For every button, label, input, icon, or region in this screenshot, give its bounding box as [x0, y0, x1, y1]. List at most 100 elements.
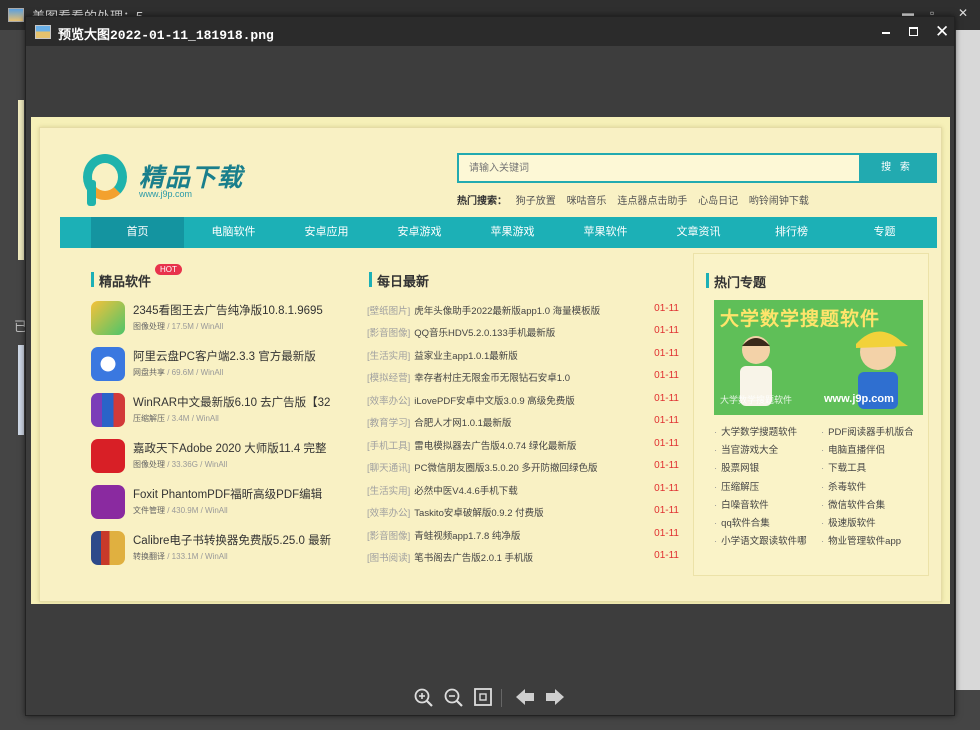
topic-link[interactable]: 股票网银: [714, 460, 759, 474]
news-item[interactable]: [模拟经营] 幸存者村庄无限金币无限钻石安卓1.0 01-11: [367, 370, 679, 388]
software-title[interactable]: 嘉政天下Adobe 2020 大师版11.4 完整: [133, 440, 333, 456]
topic-link[interactable]: 极速版软件: [821, 515, 876, 529]
nav-item-home[interactable]: 首页: [91, 217, 184, 248]
hot-search-link[interactable]: 连点器点击助手: [617, 196, 687, 207]
hot-search-link[interactable]: 哟铃闹钟下载: [749, 196, 809, 207]
search-button[interactable]: 搜 索: [859, 155, 935, 181]
topic-link[interactable]: 大学数学搜题软件: [714, 424, 797, 438]
search-input[interactable]: [459, 155, 859, 181]
software-title[interactable]: 2345看图王去广告纯净版10.8.1.9695: [133, 302, 333, 318]
cloud-drive-icon: [91, 347, 125, 381]
news-item[interactable]: [效率办公] Taskito安卓破解版0.9.2 付费版 01-11: [367, 505, 679, 523]
topic-link[interactable]: 白噪音软件: [714, 497, 769, 511]
topic-link[interactable]: 微信软件合集: [821, 497, 885, 511]
topic-link[interactable]: 杀毒软件: [821, 479, 866, 493]
banner-url: www.j9p.com: [824, 393, 894, 405]
news-item[interactable]: [生活实用] 必然中医V4.4.6手机下载 01-11: [367, 483, 679, 501]
software-item[interactable]: Foxit PhantomPDF福昕高级PDF编辑 文件管理 / 430.9M …: [91, 485, 351, 525]
pdf-icon: [91, 485, 125, 519]
logo-url: www.j9p.com: [139, 189, 193, 199]
topic-link[interactable]: 当官游戏大全: [714, 442, 778, 456]
topic-link[interactable]: 压缩解压: [714, 479, 759, 493]
news-item[interactable]: [效率办公] iLovePDF安卓中文版3.0.9 高级免费版 01-11: [367, 393, 679, 411]
nav-item-ios-software[interactable]: 苹果软件: [559, 217, 652, 248]
maximize-button[interactable]: [902, 21, 926, 43]
search-box: 搜 索: [457, 153, 937, 183]
nav-item-ios-games[interactable]: 苹果游戏: [466, 217, 559, 248]
software-title[interactable]: WinRAR中文最新版6.10 去广告版【32: [133, 394, 333, 410]
background-thumbnail[interactable]: [18, 345, 24, 435]
main-nav: 首页 电脑软件 安卓应用 安卓游戏 苹果游戏 苹果软件 文章资讯 排行榜 专题: [60, 217, 937, 248]
next-icon[interactable]: [544, 686, 566, 708]
nav-item-rankings[interactable]: 排行榜: [745, 217, 838, 248]
software-title[interactable]: 阿里云盘PC客户端2.3.3 官方最新版: [133, 348, 333, 364]
image-viewer-icon: [91, 301, 125, 335]
zoom-out-icon[interactable]: [442, 686, 464, 708]
hot-search-label: 热门搜索：: [457, 196, 507, 207]
site-logo[interactable]: 精品下载 www.j9p.com: [83, 152, 253, 210]
software-item[interactable]: 阿里云盘PC客户端2.3.3 官方最新版 网盘共享 / 69.6M / WinA…: [91, 347, 351, 387]
minimize-button[interactable]: [874, 21, 898, 43]
software-title[interactable]: Calibre电子书转换器免费版5.25.0 最新: [133, 532, 333, 548]
hot-search-link[interactable]: 心岛日记: [698, 196, 738, 207]
maximize-icon: [909, 27, 918, 36]
nav-item-pc-software[interactable]: 电脑软件: [187, 217, 280, 248]
software-item[interactable]: 2345看图王去广告纯净版10.8.1.9695 图像处理 / 17.5M / …: [91, 301, 351, 341]
software-meta: 文件管理 / 430.9M / WinAll: [133, 506, 228, 515]
image-app-icon: [8, 8, 24, 22]
toolbar-divider: [501, 689, 502, 707]
previous-icon[interactable]: [514, 686, 536, 708]
fit-window-icon[interactable]: [472, 686, 494, 708]
software-meta: 转换翻译 / 133.1M / WinAll: [133, 552, 228, 561]
topic-link[interactable]: qq软件合集: [714, 515, 770, 529]
software-meta: 网盘共享 / 69.6M / WinAll: [133, 368, 224, 377]
news-item[interactable]: [生活实用] 益家业主app1.0.1最新版 01-11: [367, 348, 679, 366]
news-item[interactable]: [教育学习] 合肥人才网1.0.1最新版 01-11: [367, 415, 679, 433]
close-icon: ✕: [935, 22, 950, 41]
software-item[interactable]: WinRAR中文最新版6.10 去广告版【32 压缩解压 / 3.4M / Wi…: [91, 393, 351, 433]
minimize-icon: [882, 32, 890, 34]
hot-badge: HOT: [155, 264, 182, 275]
topic-link[interactable]: 物业管理软件app: [821, 533, 901, 547]
software-item[interactable]: Calibre电子书转换器免费版5.25.0 最新 转换翻译 / 133.1M …: [91, 531, 351, 571]
topic-link[interactable]: 小学语文跟读软件哪: [714, 533, 807, 547]
zoom-in-icon[interactable]: [412, 686, 434, 708]
software-meta: 图像处理 / 17.5M / WinAll: [133, 322, 224, 331]
hot-search: 热门搜索： 狗子放置 咪咕音乐 连点器点击助手 心岛日记 哟铃闹钟下载: [457, 192, 817, 207]
close-button[interactable]: ✕: [930, 21, 954, 43]
nav-item-android-games[interactable]: 安卓游戏: [373, 217, 466, 248]
background-image-edge: [18, 100, 24, 260]
nav-item-android-apps[interactable]: 安卓应用: [280, 217, 373, 248]
news-item[interactable]: [影音图像] QQ音乐HDV5.2.0.133手机最新版 01-11: [367, 325, 679, 343]
news-item[interactable]: [图书阅读] 笔书阁去广告版2.0.1 手机版 01-11: [367, 550, 679, 568]
hot-search-link[interactable]: 狗子放置: [516, 196, 556, 207]
banner-caption: 大学数学搜题软件: [720, 395, 793, 405]
topic-link[interactable]: 电脑直播伴侣: [821, 442, 885, 456]
background-close-icon[interactable]: ✕: [958, 6, 972, 20]
software-meta: 压缩解压 / 3.4M / WinAll: [133, 414, 219, 423]
topic-link[interactable]: 下载工具: [821, 460, 866, 474]
news-item[interactable]: [影音图像] 青蛙视频app1.7.8 纯净版 01-11: [367, 528, 679, 546]
software-title[interactable]: Foxit PhantomPDF福昕高级PDF编辑: [133, 486, 333, 502]
preview-image[interactable]: 精品下载 www.j9p.com 搜 索 热门搜索： 狗子放置 咪咕音乐 连点器…: [31, 117, 950, 604]
nav-item-topics[interactable]: 专题: [838, 217, 931, 248]
background-scrollbar[interactable]: [956, 30, 980, 690]
news-item[interactable]: [聊天通讯] PC微信朋友圈版3.5.0.20 多开防撤回绿色版 01-11: [367, 460, 679, 478]
topic-link[interactable]: PDF阅读器手机版合: [821, 424, 914, 438]
hot-search-link[interactable]: 咪咕音乐: [567, 196, 607, 207]
nav-item-articles[interactable]: 文章资讯: [652, 217, 745, 248]
preview-titlebar: 预览大图2022-01-11_181918.png ✕: [26, 17, 954, 46]
news-item[interactable]: [手机工具] 雷电模拟器去广告版4.0.74 绿化最新版 01-11: [367, 438, 679, 456]
news-item[interactable]: [壁纸图片] 虎年头像助手2022最新版app1.0 海量模板版 01-11: [367, 303, 679, 321]
ebook-icon: [91, 531, 125, 565]
viewer-toolbar: [26, 683, 954, 713]
software-item[interactable]: 嘉政天下Adobe 2020 大师版11.4 完整 图像处理 / 33.36G …: [91, 439, 351, 479]
software-meta: 图像处理 / 33.36G / WinAll: [133, 460, 228, 469]
website-page: 精品下载 www.j9p.com 搜 索 热门搜索： 狗子放置 咪咕音乐 连点器…: [39, 127, 942, 602]
preview-title: 预览大图2022-01-11_181918.png: [58, 28, 274, 43]
preview-window: 预览大图2022-01-11_181918.png ✕ 精品下载 www.j9p…: [25, 16, 955, 716]
image-file-icon: [35, 25, 51, 39]
topic-banner[interactable]: 大学数学搜题软件 大学数学搜题软件 www.j9p.com: [714, 300, 923, 415]
logo-p-stem: [87, 180, 96, 206]
section-title-daily: 每日最新: [368, 271, 429, 290]
